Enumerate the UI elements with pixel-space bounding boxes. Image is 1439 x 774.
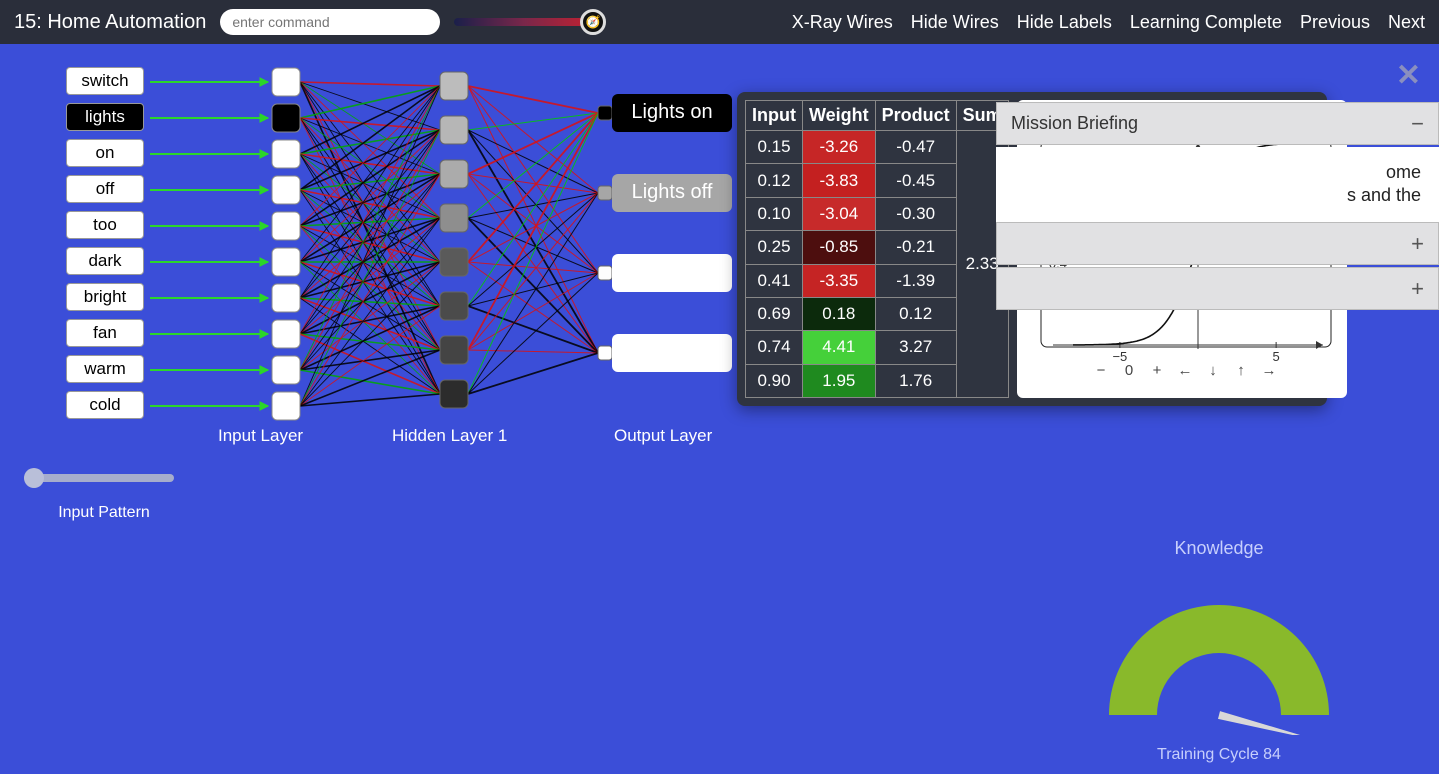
output-neuron[interactable]: [598, 186, 612, 200]
col-product: Product: [875, 101, 956, 131]
command-input[interactable]: [220, 9, 440, 35]
slider-thumb[interactable]: [24, 468, 44, 488]
input-word-off[interactable]: off: [66, 175, 144, 203]
gauge-title: Knowledge: [1019, 538, 1419, 559]
output-label[interactable]: [612, 334, 732, 372]
nav-hide-labels[interactable]: Hide Labels: [1017, 12, 1112, 33]
output-neuron[interactable]: [598, 106, 612, 120]
accordion-item-2[interactable]: +: [996, 222, 1439, 265]
accordion-title: Mission Briefing: [1011, 113, 1138, 133]
input-word-lights[interactable]: lights: [66, 103, 144, 131]
hidden-neuron[interactable]: [440, 72, 468, 100]
mission-briefing-body: ome s and the: [996, 147, 1439, 222]
nav-xray-wires[interactable]: X-Ray Wires: [792, 12, 893, 33]
hidden-neuron[interactable]: [440, 380, 468, 408]
input-pattern-slider[interactable]: [24, 474, 174, 482]
output-label[interactable]: Lights off: [612, 174, 732, 212]
hidden-neuron[interactable]: [440, 336, 468, 364]
accordion-mission-briefing[interactable]: Mission Briefing −: [996, 102, 1439, 145]
input-word-on[interactable]: on: [66, 139, 144, 167]
close-icon[interactable]: ✕: [1396, 58, 1421, 93]
page-title: 15: Home Automation: [14, 11, 206, 34]
slider-label: Input Pattern: [24, 504, 184, 522]
input-word-cold[interactable]: cold: [66, 391, 144, 419]
input-neuron[interactable]: [272, 68, 300, 96]
nav-learning-complete[interactable]: Learning Complete: [1130, 12, 1282, 33]
table-row: 0.15-3.26-0.472.33: [746, 131, 1009, 164]
input-word-warm[interactable]: warm: [66, 355, 144, 383]
gauge-caption: Training Cycle 84: [1019, 746, 1419, 764]
output-neuron[interactable]: [598, 346, 612, 360]
hidden-neuron[interactable]: [440, 160, 468, 188]
nav-next[interactable]: Next: [1388, 12, 1425, 33]
output-label[interactable]: [612, 254, 732, 292]
hidden-neuron[interactable]: [440, 292, 468, 320]
input-neuron[interactable]: [272, 284, 300, 312]
hidden-neuron[interactable]: [440, 204, 468, 232]
accordion-item-3[interactable]: +: [996, 267, 1439, 310]
col-weight: Weight: [802, 101, 875, 131]
input-neuron[interactable]: [272, 392, 300, 420]
col-input: Input: [746, 101, 803, 131]
label-input-layer: Input Layer: [218, 426, 303, 446]
input-neuron[interactable]: [272, 104, 300, 132]
input-neuron[interactable]: [272, 212, 300, 240]
label-hidden-layer: Hidden Layer 1: [392, 426, 507, 446]
minus-icon[interactable]: −: [1411, 111, 1424, 137]
output-neuron[interactable]: [598, 266, 612, 280]
hidden-neuron[interactable]: [440, 116, 468, 144]
input-word-too[interactable]: too: [66, 211, 144, 239]
input-neuron[interactable]: [272, 140, 300, 168]
output-label[interactable]: Lights on: [612, 94, 732, 132]
input-word-bright[interactable]: bright: [66, 283, 144, 311]
plus-icon[interactable]: +: [1411, 231, 1424, 257]
hidden-neuron[interactable]: [440, 248, 468, 276]
input-neuron[interactable]: [272, 248, 300, 276]
input-word-fan[interactable]: fan: [66, 319, 144, 347]
input-neuron[interactable]: [272, 176, 300, 204]
input-word-switch[interactable]: switch: [66, 67, 144, 95]
input-word-dark[interactable]: dark: [66, 247, 144, 275]
learning-gradient-bar[interactable]: 🧭: [454, 18, 594, 26]
nav-hide-wires[interactable]: Hide Wires: [911, 12, 999, 33]
nav-previous[interactable]: Previous: [1300, 12, 1370, 33]
input-neuron[interactable]: [272, 320, 300, 348]
input-neuron[interactable]: [272, 356, 300, 384]
label-output-layer: Output Layer: [614, 426, 712, 446]
gauge-icon[interactable]: 🧭: [580, 9, 606, 35]
weight-table: Input Weight Product Sum 0.15-3.26-0.472…: [745, 100, 1009, 398]
knowledge-gauge: [1089, 565, 1349, 735]
plus-icon[interactable]: +: [1411, 276, 1424, 302]
